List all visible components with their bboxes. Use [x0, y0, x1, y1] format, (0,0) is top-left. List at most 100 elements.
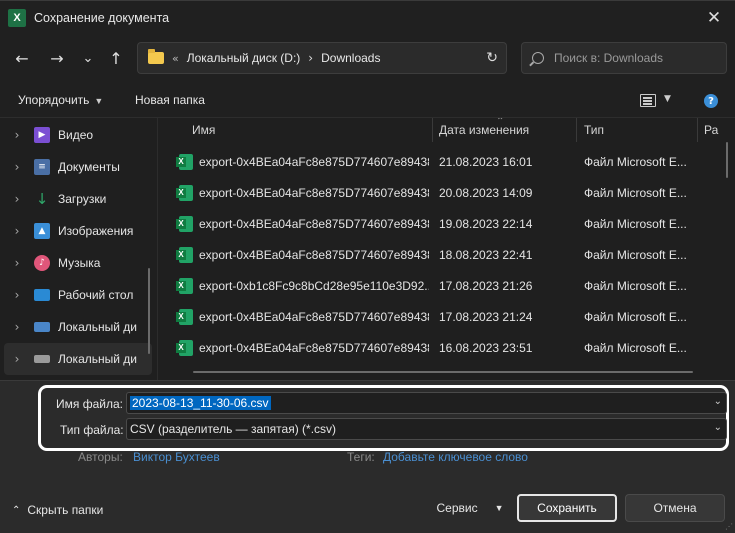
column-divider[interactable]: [576, 118, 577, 142]
search-input[interactable]: Поиск в: Downloads: [521, 42, 727, 74]
filetype-select[interactable]: CSV (разделитель — запятая) (*.csv) ⌄: [126, 418, 727, 440]
video-icon: ▶: [34, 127, 50, 143]
command-bar: Упорядочить ▼ Новая папка ▼ ?: [0, 82, 735, 118]
sidebar-item-downloads[interactable]: › ↓ Загрузки: [4, 183, 152, 215]
hide-folders-label: Скрыть папки: [27, 503, 104, 517]
file-date: 17.08.2023 21:24: [439, 309, 533, 324]
table-row[interactable]: export-0x4BEa04aFc8e875D774607e89438... …: [171, 177, 726, 208]
music-icon: ♪: [34, 255, 50, 271]
table-row[interactable]: export-0x4BEa04aFc8e875D774607e89438... …: [171, 208, 726, 239]
sidebar-item-local-disk-d[interactable]: › Локальный ди: [4, 343, 152, 375]
expand-chevron-icon[interactable]: ›: [4, 352, 30, 366]
organize-label: Упорядочить: [18, 93, 90, 107]
filename-label: Имя файла:: [56, 397, 123, 411]
expand-chevron-icon[interactable]: ›: [4, 320, 30, 334]
file-type: Файл Microsoft E...: [584, 154, 687, 169]
filetype-value: CSV (разделитель — запятая) (*.csv): [130, 422, 337, 436]
filename-input[interactable]: 2023-08-13_11-30-06.csv ⌄: [126, 392, 727, 414]
up-arrow-icon[interactable]: ↑: [104, 46, 128, 70]
chevron-right-icon[interactable]: ›: [308, 51, 313, 65]
navigation-bar: ← → ⌄ ↑ « Локальный диск (D:) › Download…: [0, 34, 735, 82]
column-header-date[interactable]: Дата изменения: [439, 118, 529, 142]
vertical-scrollbar[interactable]: [726, 142, 728, 178]
organize-button[interactable]: Упорядочить ▼: [18, 93, 103, 107]
table-row[interactable]: export-0x4BEa04aFc8e875D774607e89438... …: [171, 146, 726, 177]
sidebar-item-label: Документы: [58, 160, 120, 174]
column-divider[interactable]: [432, 118, 433, 142]
horizontal-scrollbar[interactable]: [193, 371, 693, 373]
sidebar-item-desktop[interactable]: › Рабочий стол: [4, 279, 152, 311]
recent-locations-chevron-icon[interactable]: ⌄: [76, 46, 100, 70]
table-row[interactable]: export-0x4BEa04aFc8e875D774607e89438... …: [171, 239, 726, 270]
expand-chevron-icon[interactable]: ›: [4, 256, 30, 270]
expand-chevron-icon[interactable]: ›: [4, 224, 30, 238]
expand-chevron-icon[interactable]: ›: [4, 160, 30, 174]
file-date: 19.08.2023 22:14: [439, 216, 533, 231]
sidebar-scrollbar[interactable]: [148, 268, 150, 354]
authors-value[interactable]: Виктор Бухтеев: [133, 450, 220, 464]
hide-folders-button[interactable]: ⌃ Скрыть папки: [12, 503, 103, 517]
window-title: Сохранение документа: [34, 10, 170, 25]
view-caret-down-icon[interactable]: ▼: [664, 94, 671, 104]
refresh-icon[interactable]: ↻: [486, 50, 498, 66]
file-name: export-0x4BEa04aFc8e875D774607e89438...: [199, 154, 429, 169]
caret-up-icon: ⌃: [12, 504, 21, 516]
column-header-size[interactable]: Ра: [704, 118, 718, 142]
sidebar-item-label: Рабочий стол: [58, 288, 134, 302]
save-options-panel: Имя файла: 2023-08-13_11-30-06.csv ⌄ Тип…: [0, 380, 735, 533]
sidebar-item-label: Изображения: [58, 224, 134, 238]
excel-file-icon: [176, 339, 193, 356]
sidebar-item-label: Локальный ди: [58, 320, 137, 334]
title-bar: X Сохранение документа ✕: [0, 0, 735, 34]
back-arrow-icon[interactable]: ←: [10, 46, 34, 70]
path-overflow-icon[interactable]: «: [172, 52, 179, 65]
column-header-name[interactable]: Имя: [192, 118, 215, 142]
expand-chevron-icon[interactable]: ›: [4, 192, 30, 206]
sidebar-item-label: Видео: [58, 128, 94, 142]
excel-app-icon: X: [8, 8, 26, 27]
file-type: Файл Microsoft E...: [584, 185, 687, 200]
table-row[interactable]: export-0x4BEa04aFc8e875D774607e89438... …: [171, 332, 726, 363]
sidebar-item-documents[interactable]: › ≡ Документы: [4, 151, 152, 183]
column-divider[interactable]: [697, 118, 698, 142]
sidebar-item-label: Музыка: [58, 256, 101, 270]
excel-file-icon: [176, 246, 193, 263]
file-type: Файл Microsoft E...: [584, 309, 687, 324]
forward-arrow-icon[interactable]: →: [45, 46, 69, 70]
column-header-type[interactable]: Тип: [584, 118, 604, 142]
new-folder-button[interactable]: Новая папка: [135, 93, 205, 107]
help-icon[interactable]: ?: [704, 94, 718, 108]
file-name: export-0x4BEa04aFc8e875D774607e89438...: [199, 216, 429, 231]
excel-file-icon: [176, 184, 193, 201]
file-name: export-0x4BEa04aFc8e875D774607e89438...: [199, 185, 429, 200]
table-row[interactable]: export-0x4BEa04aFc8e875D774607e89438... …: [171, 301, 726, 332]
save-button[interactable]: Сохранить: [517, 494, 617, 522]
tags-value[interactable]: Добавьте ключевое слово: [383, 450, 528, 464]
expand-chevron-icon[interactable]: ›: [4, 288, 30, 302]
sidebar-item-pictures[interactable]: › ▲ Изображения: [4, 215, 152, 247]
excel-file-icon: [176, 277, 193, 294]
chevron-down-icon[interactable]: ⌄: [714, 396, 722, 407]
close-icon[interactable]: ✕: [701, 5, 727, 31]
address-bar[interactable]: « Локальный диск (D:) › Downloads ↻: [137, 42, 507, 74]
file-name: export-0x4BEa04aFc8e875D774607e89438...: [199, 340, 429, 355]
expand-chevron-icon[interactable]: ›: [4, 128, 30, 142]
file-type: Файл Microsoft E...: [584, 216, 687, 231]
file-date: 20.08.2023 14:09: [439, 185, 533, 200]
sidebar-item-videos[interactable]: › ▶ Видео: [4, 119, 152, 151]
resize-grip-icon[interactable]: ⋰: [725, 522, 733, 531]
excel-file-icon: [176, 215, 193, 232]
breadcrumb-drive[interactable]: Локальный диск (D:): [187, 51, 301, 65]
breadcrumb-downloads[interactable]: Downloads: [321, 51, 380, 65]
search-placeholder: Поиск в: Downloads: [554, 51, 663, 65]
chevron-down-icon[interactable]: ⌄: [714, 422, 722, 433]
tools-button[interactable]: Сервис ▼: [430, 494, 510, 522]
sidebar-item-local-disk-c[interactable]: › Локальный ди: [4, 311, 152, 343]
caret-down-icon: ▼: [494, 503, 504, 513]
view-options-icon[interactable]: [640, 94, 656, 107]
table-row[interactable]: export-0xb1c8Fc9c8bCd28e95e110e3D92... 1…: [171, 270, 726, 301]
filetype-label: Тип файла:: [60, 423, 124, 437]
cancel-button[interactable]: Отмена: [625, 494, 725, 522]
sidebar-item-music[interactable]: › ♪ Музыка: [4, 247, 152, 279]
file-date: 16.08.2023 23:51: [439, 340, 533, 355]
